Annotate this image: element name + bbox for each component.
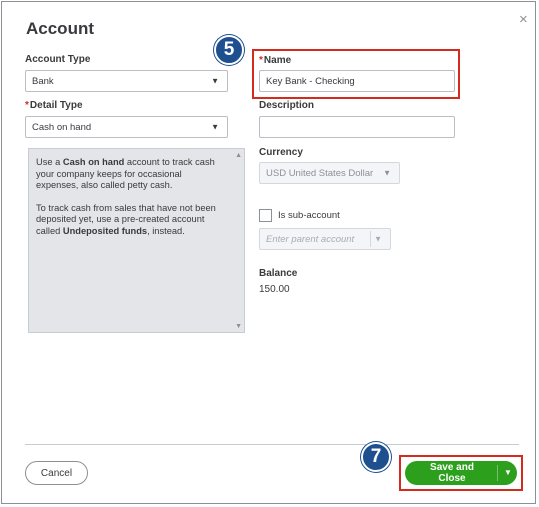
save-and-close-label: Save and Close (430, 462, 474, 484)
save-and-close-button[interactable]: Save and Close ▼ (405, 461, 517, 485)
account-type-value: Bank (32, 75, 54, 87)
required-mark: * (259, 55, 263, 66)
help-paragraph-1: Use a Cash on hand account to track cash… (36, 157, 215, 191)
split-divider (497, 465, 498, 481)
scroll-down-icon[interactable]: ▼ (235, 323, 242, 330)
help-paragraph-2: To track cash from sales that have not b… (36, 202, 216, 236)
balance-value: 150.00 (259, 284, 290, 295)
chevron-down-icon[interactable]: ▼ (504, 468, 512, 477)
step-badge-7: 7 (361, 442, 391, 472)
description-label: Description (259, 100, 315, 111)
select-divider (370, 231, 371, 247)
account-type-label: Account Type (25, 54, 91, 65)
currency-label: Currency (259, 147, 303, 158)
name-value: Key Bank - Checking (266, 75, 355, 87)
account-type-select[interactable]: Bank ▼ (25, 70, 228, 92)
account-dialog: Account × Account Type Bank ▼ *Detail Ty… (1, 1, 536, 504)
name-input[interactable]: Key Bank - Checking (259, 70, 455, 92)
parent-account-placeholder: Enter parent account (266, 233, 355, 245)
detail-type-label-text: Detail Type (29, 100, 83, 111)
cancel-button[interactable]: Cancel (25, 461, 88, 485)
sub-account-label: Is sub-account (278, 210, 340, 221)
chevron-down-icon: ▼ (211, 122, 219, 132)
balance-label: Balance (259, 268, 298, 279)
description-input[interactable] (259, 116, 455, 138)
chevron-down-icon: ▼ (374, 234, 382, 244)
detail-type-value: Cash on hand (32, 121, 92, 133)
step-badge-5: 5 (214, 35, 244, 65)
dialog-title: Account (26, 19, 94, 38)
name-label-text: Name (263, 55, 292, 66)
name-label: *Name (259, 55, 291, 66)
chevron-down-icon: ▼ (211, 76, 219, 86)
required-mark: * (25, 100, 29, 111)
detail-type-help: Use a Cash on hand account to track cash… (28, 148, 245, 333)
sub-account-checkbox[interactable] (259, 209, 272, 222)
footer-divider (25, 444, 519, 445)
help-text: Use a Cash on hand account to track cash… (36, 157, 226, 249)
currency-value: USD United States Dollar (266, 167, 374, 179)
currency-select: USD United States Dollar ▼ (259, 162, 400, 184)
detail-type-select[interactable]: Cash on hand ▼ (25, 116, 228, 138)
close-icon[interactable]: × (519, 11, 528, 28)
chevron-down-icon: ▼ (383, 168, 391, 178)
detail-type-label: *Detail Type (25, 100, 83, 111)
parent-account-select: Enter parent account ▼ (259, 228, 391, 250)
scroll-up-icon[interactable]: ▲ (235, 152, 242, 159)
